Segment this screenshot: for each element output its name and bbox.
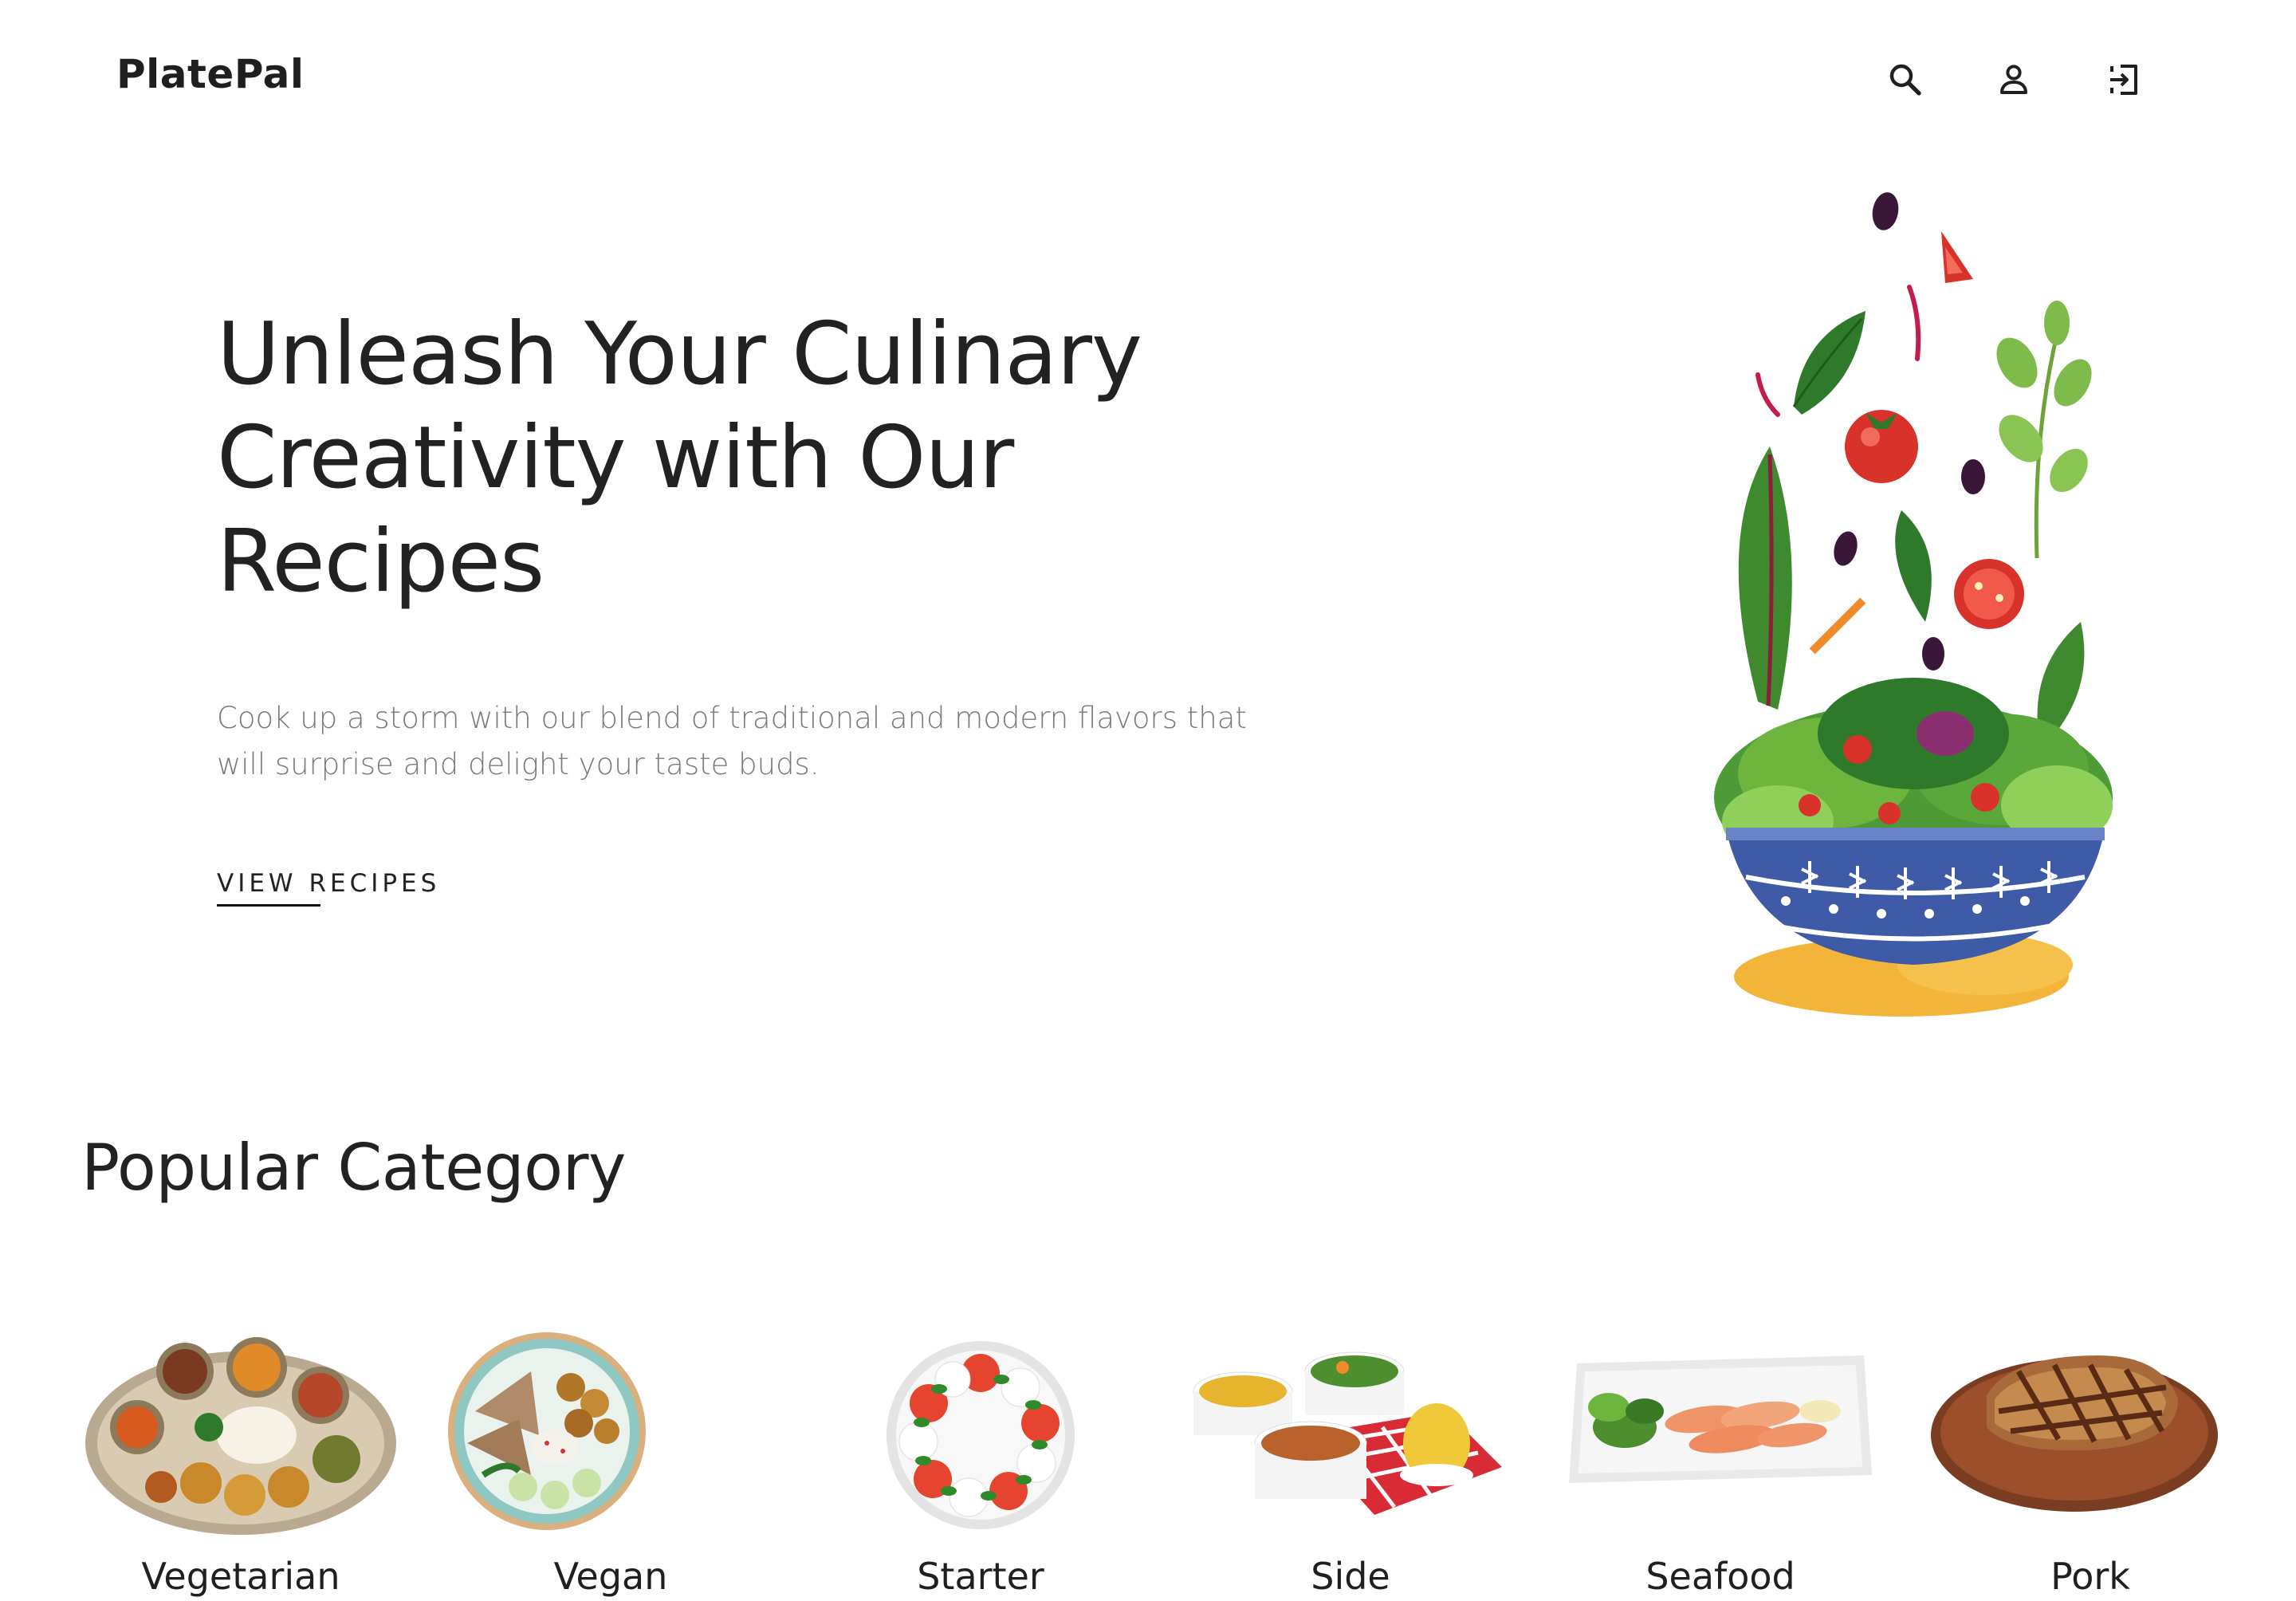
category-label-starter: Starter (917, 1555, 1044, 1598)
category-label-seafood: Seafood (1645, 1555, 1795, 1598)
view-recipes-underline (217, 904, 320, 907)
account-button[interactable] (1991, 57, 2036, 102)
popular-category-title: Popular Category (81, 1131, 626, 1205)
category-label-vegan: Vegan (553, 1555, 668, 1598)
hero-subtitle: Cook up a storm with our blend of tradit… (217, 701, 1247, 781)
category-card-side[interactable]: Side (1183, 1324, 1518, 1601)
brand-logo[interactable]: PlatePal (116, 51, 305, 97)
view-recipes-link[interactable]: VIEW RECIPES (217, 869, 440, 898)
seafood-platter-image (1569, 1355, 1872, 1483)
category-card-vegan[interactable]: Vegan (443, 1324, 778, 1601)
pork-steak-image (1931, 1355, 2218, 1512)
hero-title: Unleash Your Culinary Creativity with Ou… (217, 303, 1333, 614)
category-label-side: Side (1311, 1555, 1390, 1598)
sign-in-button[interactable] (2101, 57, 2146, 102)
search-icon (1889, 64, 1921, 96)
category-label-pork: Pork (2050, 1555, 2130, 1598)
sign-in-icon (2110, 65, 2137, 95)
category-card-starter[interactable]: Starter (813, 1324, 1148, 1601)
category-card-pork[interactable]: Pork (1923, 1324, 2258, 1601)
category-list: Vegetarian Vegan Starter Side Seafood Po… (0, 1324, 2296, 1601)
account-icon (2000, 65, 2027, 94)
salad-bowl-illustration (1714, 192, 2113, 1017)
hero-title-line-3: Recipes (217, 512, 545, 612)
search-button[interactable] (1883, 57, 1928, 102)
vegetarian-thali-image (85, 1337, 396, 1535)
side-dishes-image (1193, 1351, 1502, 1515)
hero-title-line-2: Creativity with Our (217, 408, 1014, 508)
category-label-vegetarian: Vegetarian (141, 1555, 340, 1598)
site-header: PlatePal (0, 0, 2296, 159)
caprese-starter-image (887, 1341, 1075, 1529)
category-card-seafood[interactable]: Seafood (1553, 1324, 1888, 1601)
vegan-bowl-image (448, 1332, 646, 1530)
hero-title-line-1: Unleash Your Culinary (217, 305, 1142, 404)
category-card-vegetarian[interactable]: Vegetarian (73, 1324, 408, 1601)
